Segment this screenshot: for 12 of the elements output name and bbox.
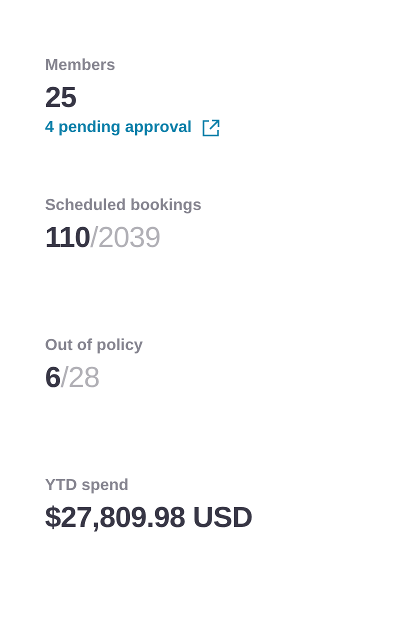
stat-value: 110	[45, 222, 90, 254]
stat-label: YTD spend	[45, 476, 130, 496]
stat-value: 25	[45, 82, 76, 114]
stat-total: /2039	[90, 222, 160, 254]
stat-label: Members	[45, 56, 116, 76]
stat-value: $27,809.98 USD	[45, 502, 252, 534]
stat-label: Scheduled bookings	[45, 196, 202, 216]
stat-label: Out of policy	[45, 336, 144, 356]
pending-link[interactable]: 4 pending approval	[45, 116, 220, 140]
stat-value: 6	[45, 362, 61, 394]
external-link-icon	[202, 119, 220, 137]
stat-total: /28	[60, 362, 100, 394]
